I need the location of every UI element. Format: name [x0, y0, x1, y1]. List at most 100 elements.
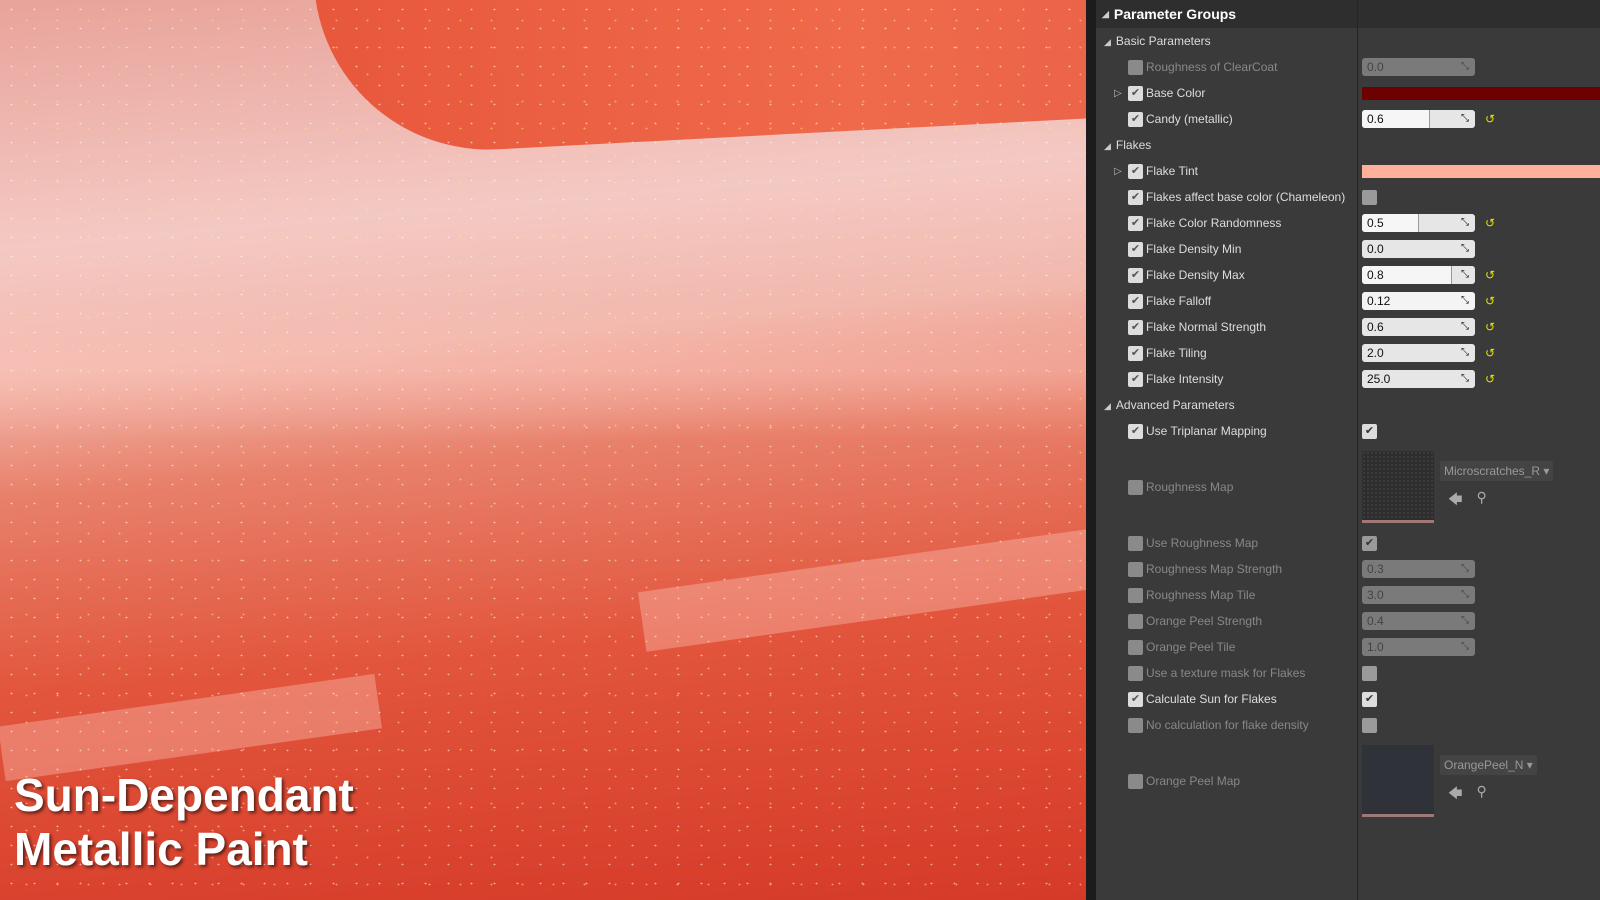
override-checkbox[interactable] [1128, 613, 1143, 629]
reset-to-default-icon[interactable]: ↺ [1485, 216, 1495, 230]
drag-icon: ⤡ [1461, 295, 1469, 306]
param-flake-tint: ▷ ✔ Flake Tint [1096, 158, 1600, 184]
use-selected-arrow-icon[interactable]: 🡄 [1448, 489, 1462, 513]
override-checkbox[interactable] [1128, 535, 1143, 551]
reset-to-default-icon[interactable]: ↺ [1485, 346, 1495, 360]
param-flake-tiling: ✔ Flake Tiling 2.0 ⤡ ↺ [1096, 340, 1600, 366]
override-checkbox[interactable] [1128, 479, 1143, 495]
value-slider[interactable]: 0.6 ⤡ [1362, 110, 1475, 128]
color-swatch[interactable] [1362, 86, 1600, 100]
texture-thumbnail[interactable] [1362, 745, 1434, 817]
override-checkbox[interactable] [1128, 587, 1143, 603]
value-input[interactable]: 0.0 ⤡ [1362, 240, 1475, 258]
parameter-groups-header[interactable]: ◢ Parameter Groups [1096, 0, 1600, 28]
param-use-triplanar-mapping: ✔ Use Triplanar Mapping ✔ [1096, 418, 1600, 444]
value-input[interactable]: 1.0 ⤡ [1362, 638, 1475, 656]
override-checkbox[interactable]: ✔ [1128, 163, 1143, 179]
expand-icon[interactable]: ▷ [1114, 166, 1122, 177]
param-label: Orange Peel Strength [1146, 614, 1263, 628]
value-input[interactable]: 0.3 ⤡ [1362, 560, 1475, 578]
value-checkbox[interactable] [1362, 665, 1377, 681]
override-checkbox[interactable] [1128, 773, 1143, 789]
collapse-icon: ◢ [1104, 401, 1111, 411]
drag-icon: ⤡ [1461, 615, 1469, 626]
asset-picker[interactable]: OrangePeel_N ▾ [1440, 755, 1537, 775]
group-basic-parameters[interactable]: ◢ Basic Parameters [1096, 28, 1600, 54]
reset-to-default-icon[interactable]: ↺ [1485, 268, 1495, 282]
override-checkbox[interactable]: ✔ [1128, 215, 1143, 231]
param-flake-density-min: ✔ Flake Density Min 0.0 ⤡ [1096, 236, 1600, 262]
value-input[interactable]: 0.12 ⤡ [1362, 292, 1475, 310]
param-use-roughness-map: Use Roughness Map ✔ [1096, 530, 1600, 556]
value-input[interactable]: 2.0 ⤡ [1362, 344, 1475, 362]
override-checkbox[interactable]: ✔ [1128, 371, 1143, 387]
override-checkbox[interactable]: ✔ [1128, 189, 1143, 205]
browse-search-icon[interactable]: ⚲ [1476, 783, 1486, 807]
override-checkbox[interactable] [1128, 717, 1143, 733]
asset-picker[interactable]: Microscratches_R ▾ [1440, 461, 1554, 481]
override-checkbox[interactable]: ✔ [1128, 111, 1143, 127]
material-preview-viewport[interactable]: Sun-Dependant Metallic Paint [0, 0, 1086, 900]
param-flake-color-randomness: ✔ Flake Color Randomness 0.5 ⤡ ↺ [1096, 210, 1600, 236]
color-swatch[interactable] [1362, 164, 1600, 178]
param-label: Flakes affect base color (Chameleon) [1146, 190, 1346, 204]
param-label: Flake Tiling [1146, 346, 1207, 360]
use-selected-arrow-icon[interactable]: 🡄 [1448, 783, 1462, 807]
header-label: Parameter Groups [1113, 6, 1237, 22]
param-label: Use Triplanar Mapping [1146, 424, 1267, 438]
group-flakes[interactable]: ◢ Flakes [1096, 132, 1600, 158]
param-label: Flake Normal Strength [1146, 320, 1267, 334]
drag-icon: ⤡ [1461, 373, 1469, 384]
title-line-2: Metallic Paint [14, 823, 308, 875]
expand-icon[interactable]: ▷ [1114, 88, 1122, 99]
value-checkbox[interactable]: ✔ [1362, 423, 1377, 439]
value-text: 1.0 [1367, 640, 1384, 654]
override-checkbox[interactable]: ✔ [1128, 345, 1143, 361]
value-checkbox[interactable]: ✔ [1362, 535, 1377, 551]
value-checkbox[interactable] [1362, 717, 1377, 733]
value-input[interactable]: 0.6 ⤡ [1362, 318, 1475, 336]
param-label: Candy (metallic) [1146, 112, 1233, 126]
override-checkbox[interactable]: ✔ [1128, 293, 1143, 309]
texture-thumbnail[interactable] [1362, 451, 1434, 523]
override-checkbox[interactable] [1128, 639, 1143, 655]
param-flake-intensity: ✔ Flake Intensity 25.0 ⤡ ↺ [1096, 366, 1600, 392]
value-text: 0.12 [1367, 294, 1391, 308]
panel-divider[interactable] [1086, 0, 1096, 900]
override-checkbox[interactable] [1128, 561, 1143, 577]
param-label: Calculate Sun for Flakes [1146, 692, 1277, 706]
value-input[interactable]: 3.0 ⤡ [1362, 586, 1475, 604]
param-label: Roughness of ClearCoat [1146, 60, 1278, 74]
value-slider[interactable]: 0.5 ⤡ [1362, 214, 1475, 232]
value-checkbox[interactable] [1362, 189, 1377, 205]
reset-to-default-icon[interactable]: ↺ [1485, 294, 1495, 308]
value-text: 0.6 [1367, 320, 1384, 334]
param-label: Use Roughness Map [1146, 536, 1259, 550]
override-checkbox[interactable]: ✔ [1128, 691, 1143, 707]
collapse-icon: ◢ [1104, 37, 1111, 47]
group-advanced-parameters[interactable]: ◢ Advanced Parameters [1096, 392, 1600, 418]
override-checkbox[interactable] [1128, 665, 1143, 681]
value-text: 0.5 [1367, 216, 1384, 230]
param-label: Flake Intensity [1146, 372, 1224, 386]
value-slider[interactable]: 0.8 ⤡ [1362, 266, 1475, 284]
override-checkbox[interactable]: ✔ [1128, 423, 1143, 439]
value-input[interactable]: 0.0 ⤡ [1362, 58, 1475, 76]
reset-to-default-icon[interactable]: ↺ [1485, 372, 1495, 386]
reset-to-default-icon[interactable]: ↺ [1485, 320, 1495, 334]
browse-search-icon[interactable]: ⚲ [1476, 489, 1486, 513]
param-no-calc-flake-density: No calculation for flake density [1096, 712, 1600, 738]
param-label: Roughness Map Strength [1146, 562, 1283, 576]
drag-icon: ⤡ [1461, 641, 1469, 652]
param-label: Roughness Map [1146, 480, 1234, 494]
override-checkbox[interactable]: ✔ [1128, 241, 1143, 257]
reset-to-default-icon[interactable]: ↺ [1485, 112, 1495, 126]
override-checkbox[interactable]: ✔ [1128, 267, 1143, 283]
override-checkbox[interactable]: ✔ [1128, 85, 1143, 101]
value-checkbox[interactable]: ✔ [1362, 691, 1377, 707]
value-input[interactable]: 25.0 ⤡ [1362, 370, 1475, 388]
value-input[interactable]: 0.4 ⤡ [1362, 612, 1475, 630]
value-text: 25.0 [1367, 372, 1391, 386]
override-checkbox[interactable]: ✔ [1128, 319, 1143, 335]
override-checkbox[interactable] [1128, 59, 1143, 75]
